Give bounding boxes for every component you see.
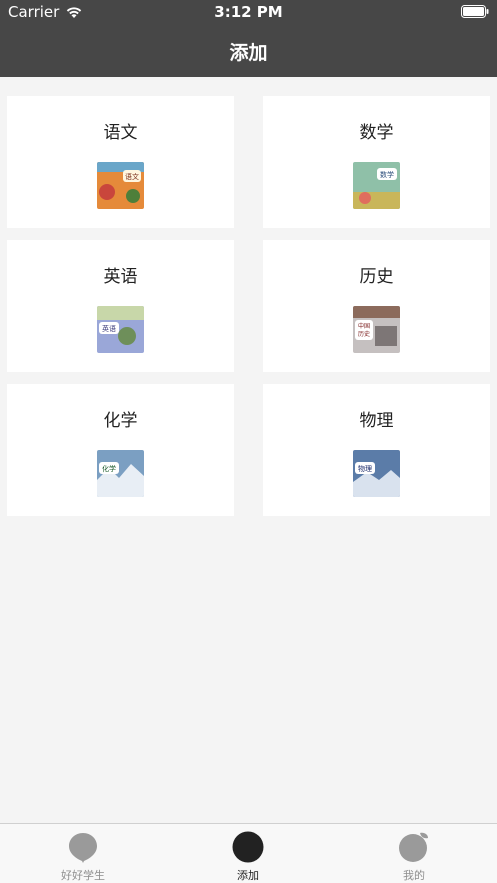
status-time: 3:12 PM xyxy=(214,3,283,21)
chinese-book-cover-icon: 语文 xyxy=(97,162,144,209)
english-book-cover-icon: 英语 xyxy=(97,306,144,353)
chemistry-book-cover-icon: 化学 xyxy=(97,450,144,497)
subject-title: 物理 xyxy=(359,411,394,431)
subject-card-physics[interactable]: 物理 物理 xyxy=(263,384,490,516)
history-book-cover-icon: 中国 历史 xyxy=(353,306,400,353)
svg-text:中国: 中国 xyxy=(358,322,370,330)
subject-card-history[interactable]: 历史 中国 历史 xyxy=(263,240,490,372)
tab-label: 添加 xyxy=(237,869,259,882)
apple-icon xyxy=(399,832,428,862)
tab-add[interactable]: 添加 xyxy=(165,824,331,883)
svg-text:数学: 数学 xyxy=(380,170,394,179)
svg-text:英语: 英语 xyxy=(102,324,116,333)
subject-card-english[interactable]: 英语 英语 xyxy=(7,240,234,372)
circle-icon xyxy=(232,831,264,863)
physics-book-cover-icon: 物理 xyxy=(353,450,400,497)
subject-title: 数学 xyxy=(359,123,394,143)
subject-card-math[interactable]: 数学 数学 xyxy=(263,96,490,228)
subject-title: 语文 xyxy=(103,123,138,143)
svg-text:物理: 物理 xyxy=(358,464,372,473)
subject-card-chinese[interactable]: 语文 语文 xyxy=(7,96,234,228)
tab-label: 我的 xyxy=(403,869,425,882)
subject-title: 英语 xyxy=(103,267,138,287)
status-bar: Carrier 3:12 PM xyxy=(0,0,497,26)
subject-title: 历史 xyxy=(359,267,394,287)
svg-text:化学: 化学 xyxy=(102,464,116,473)
tab-label: 好好学生 xyxy=(61,869,105,882)
balloon-icon xyxy=(69,833,97,863)
tab-home[interactable]: 好好学生 xyxy=(0,824,166,883)
tab-bar: 好好学生 添加 我的 xyxy=(0,823,497,883)
navigation-bar: 添加 xyxy=(0,26,497,77)
subject-title: 化学 xyxy=(103,411,138,431)
tab-profile[interactable]: 我的 xyxy=(331,824,497,883)
svg-text:历史: 历史 xyxy=(358,330,370,338)
svg-text:语文: 语文 xyxy=(125,172,139,181)
page-title: 添加 xyxy=(229,42,268,64)
battery-icon xyxy=(461,5,489,18)
math-book-cover-icon: 数学 xyxy=(353,162,400,209)
subject-card-chemistry[interactable]: 化学 化学 xyxy=(7,384,234,516)
